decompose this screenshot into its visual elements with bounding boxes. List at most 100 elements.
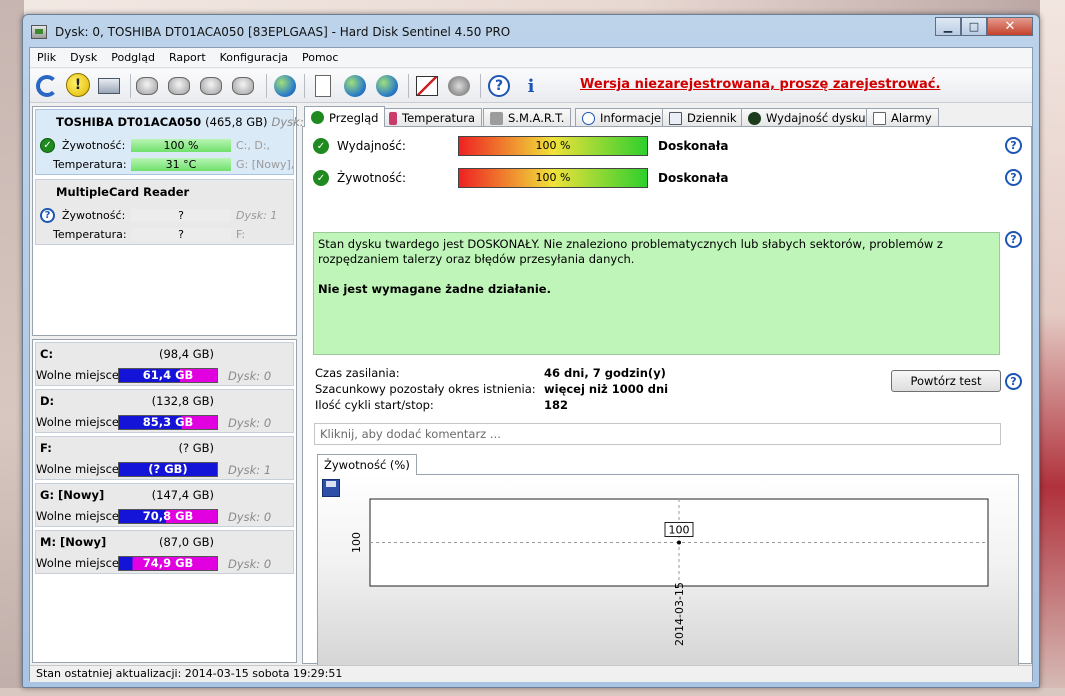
info-icon: i <box>527 75 535 97</box>
tab-label: Temperatura <box>402 111 476 125</box>
free-space-bar: (? GB) <box>118 462 218 477</box>
left-pane: TOSHIBA DT01ACA050 (465,8 GB) Dysk: 0 ✓ … <box>32 106 315 663</box>
disk-temp-row: Temperatura: ? F: <box>36 227 293 243</box>
tab-dziennik[interactable]: Dziennik <box>662 108 744 126</box>
temp-label: Temperatura: <box>53 228 127 241</box>
toolbar-separator <box>408 74 409 98</box>
surface-test-button[interactable] <box>136 73 162 99</box>
retest-button[interactable]: Powtórz test <box>891 370 1001 392</box>
y-axis-label: 100 <box>350 532 363 553</box>
statistics-button[interactable] <box>414 73 440 99</box>
tab-label: Wydajność dysku <box>766 111 866 125</box>
toolbar-separator <box>480 74 481 98</box>
free-space-label: Wolne miejsce <box>36 462 120 476</box>
volume-item-d[interactable]: D: (132,8 GB) Wolne miejsce 85,3 GB Dysk… <box>35 389 294 433</box>
disk-health-row: ? Żywotność: ? Dysk: 1 <box>36 208 293 224</box>
alert-button[interactable]: ! <box>66 73 92 99</box>
comment-field[interactable]: Kliknij, aby dodać komentarz ... <box>314 423 1001 445</box>
help-icon[interactable]: ? <box>1005 169 1022 186</box>
x-tick-label: 2014-03-15 <box>673 582 686 646</box>
volume-disk: Dysk: 0 <box>228 369 272 383</box>
tab-alarmy[interactable]: Alarmy <box>866 108 939 126</box>
power-on-value: 46 dni, 7 godzin(y) <box>544 366 666 380</box>
disk-list: TOSHIBA DT01ACA050 (465,8 GB) Dysk: 0 ✓ … <box>32 106 315 336</box>
about-button[interactable]: i <box>518 73 544 99</box>
desktop-background-left <box>0 0 24 696</box>
close-button[interactable]: ✕ <box>987 17 1033 36</box>
tab-wydajnosc-dysku[interactable]: Wydajność dysku <box>741 108 873 126</box>
disk-button-2[interactable] <box>168 73 194 99</box>
status-text: Stan dysku twardego jest DOSKONAŁY. Nie … <box>318 237 943 266</box>
window-title: Dysk: 0, TOSHIBA DT01ACA050 [83EPLGAAS] … <box>55 25 511 39</box>
menu-pomoc[interactable]: Pomoc <box>295 48 345 67</box>
volume-item-g[interactable]: G: [Nowy] (147,4 GB) Wolne miejsce 70,8 … <box>35 483 294 527</box>
menu-podglad[interactable]: Podgląd <box>104 48 162 67</box>
web-button[interactable] <box>272 73 298 99</box>
tab-label: Alarmy <box>891 111 932 125</box>
report-button[interactable] <box>310 73 336 99</box>
disk-ok-button[interactable] <box>200 73 226 99</box>
app-icon[interactable] <box>31 25 47 39</box>
title-bar[interactable]: Dysk: 0, TOSHIBA DT01ACA050 [83EPLGAAS] … <box>23 15 1039 47</box>
refresh-icon <box>36 75 58 97</box>
menu-dysk[interactable]: Dysk <box>63 48 104 67</box>
health-label: Żywotność: <box>62 209 126 222</box>
disk-check-icon <box>200 77 222 95</box>
disk-card-1[interactable]: MultipleCard Reader ? Żywotność: ? Dysk:… <box>35 179 294 245</box>
lifetime-value: więcej niż 1000 dni <box>544 382 669 396</box>
status-bar: Stan ostatniej aktualizacji: 2014-03-15 … <box>30 665 1032 682</box>
free-space-bar: 61,4 GB <box>118 368 218 383</box>
menu-plik[interactable]: Plik <box>30 48 63 67</box>
send-report-button[interactable] <box>342 73 368 99</box>
disk-card-0[interactable]: TOSHIBA DT01ACA050 (465,8 GB) Dysk: 0 ✓ … <box>35 109 315 175</box>
help-icon[interactable]: ? <box>1005 137 1022 154</box>
performance-row: ✓ Wydajność: 100 % Doskonała ? <box>303 135 1031 157</box>
minimize-button[interactable]: ▁ <box>935 17 961 36</box>
free-space-bar: 70,8 GB <box>118 509 218 524</box>
tab-temperatura[interactable]: Temperatura <box>382 108 483 126</box>
disk-icon <box>168 77 190 95</box>
disk-model: TOSHIBA DT01ACA050 <box>56 115 202 129</box>
tab-health-chart[interactable]: Żywotność (%) <box>317 454 417 475</box>
performance-bar: 100 % <box>458 136 648 156</box>
menu-raport[interactable]: Raport <box>162 48 213 67</box>
volume-item-c[interactable]: C: (98,4 GB) Wolne miejsce 61,4 GB Dysk:… <box>35 342 294 386</box>
free-space-label: Wolne miejsce <box>36 415 120 429</box>
volume-size: (147,4 GB) <box>151 488 214 502</box>
disk-temp-row: Temperatura: 31 °C G: [Nowy], <box>36 157 294 173</box>
disk-tools-button[interactable] <box>232 73 258 99</box>
volume-size: (? GB) <box>178 441 214 455</box>
toolbar: ! ? i Wersja niezarejestrowana, proszę z… <box>30 69 1032 103</box>
report-icon <box>315 75 331 97</box>
disk-test-icon <box>136 77 158 95</box>
network-button[interactable] <box>374 73 400 99</box>
menu-konfiguracja[interactable]: Konfiguracja <box>213 48 295 67</box>
network-icon <box>376 75 398 97</box>
help-icon[interactable]: ? <box>1005 373 1022 390</box>
disk-tools-icon <box>232 77 254 95</box>
drive-info-button[interactable] <box>98 73 124 99</box>
registration-link[interactable]: Wersja niezarejestrowana, proszę zarejes… <box>580 77 940 92</box>
toolbar-separator <box>266 74 267 98</box>
maximize-button[interactable]: □ <box>961 17 987 36</box>
sound-button[interactable] <box>446 73 472 99</box>
help-icon[interactable]: ? <box>1005 231 1022 248</box>
refresh-button[interactable] <box>34 73 60 99</box>
lifetime-label: Szacunkowy pozostały okres istnienia: <box>315 382 536 396</box>
overview-panel: ✓ Wydajność: 100 % Doskonała ? ✓ Żywotno… <box>302 126 1032 671</box>
tab-przeglad[interactable]: Przegląd <box>304 106 386 127</box>
cycles-value: 182 <box>544 398 569 412</box>
volume-item-f[interactable]: F: (? GB) Wolne miejsce (? GB) Dysk: 1 <box>35 436 294 480</box>
app-window: Dysk: 0, TOSHIBA DT01ACA050 [83EPLGAAS] … <box>22 14 1040 688</box>
toolbar-separator <box>130 74 131 98</box>
check-icon: ✓ <box>40 138 55 153</box>
tab-smart[interactable]: S.M.A.R.T. <box>483 108 572 126</box>
right-pane: Przegląd Temperatura S.M.A.R.T. Informac… <box>302 106 1032 671</box>
volume-item-m[interactable]: M: [Nowy] (87,0 GB) Wolne miejsce 74,9 G… <box>35 530 294 574</box>
health-bar: 100 % <box>131 139 231 152</box>
free-space-label: Wolne miejsce <box>36 368 120 382</box>
volume-disk: Dysk: 0 <box>228 416 272 430</box>
disk-title: TOSHIBA DT01ACA050 (465,8 GB) Dysk: 0 <box>56 115 315 129</box>
tab-informacje[interactable]: Informacje <box>575 108 669 126</box>
help-button[interactable]: ? <box>486 73 512 99</box>
